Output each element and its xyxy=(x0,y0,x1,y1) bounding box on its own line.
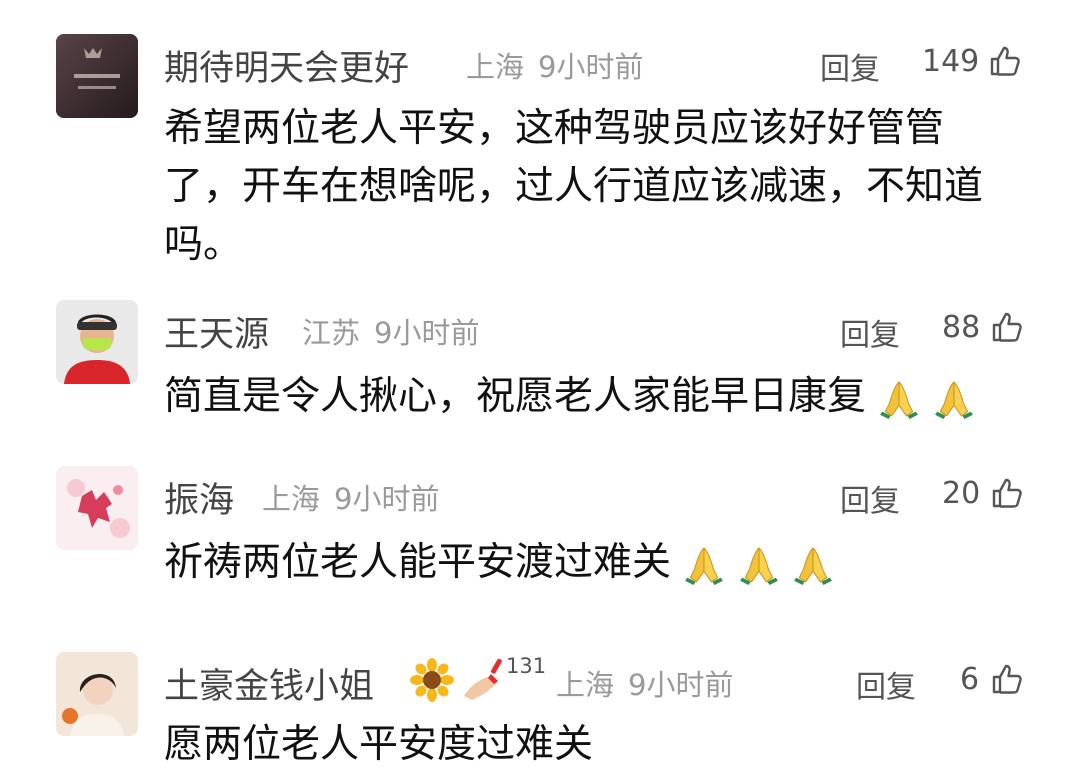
author-name[interactable]: 振海 xyxy=(164,472,234,523)
reply-button[interactable]: 回复 xyxy=(840,310,900,354)
thumbs-up-icon[interactable] xyxy=(990,310,1024,344)
location: 上海 xyxy=(466,50,525,84)
thumbs-up-icon[interactable] xyxy=(988,44,1022,78)
comment-text-line: 了，开车在想啥呢，过人行道应该减速，不知道 xyxy=(164,164,984,209)
comment-text-content: 祈祷两位老人能平安渡过难关 xyxy=(164,540,672,585)
comment-text-line: 吗。 xyxy=(164,222,243,267)
folded-hands-icon xyxy=(683,544,725,586)
reply-button[interactable]: 回复 xyxy=(856,662,916,706)
timestamp: 9小时前 xyxy=(334,482,440,516)
reply-button[interactable]: 回复 xyxy=(840,476,900,520)
badge-count: 131 xyxy=(506,654,547,678)
like-count: 88 xyxy=(942,310,981,345)
timestamp: 9小时前 xyxy=(628,668,734,702)
comment-text: 简直是令人揪心，祝愿老人家能早日康复 xyxy=(164,368,975,426)
timestamp: 9小时前 xyxy=(374,316,480,350)
like-count: 6 xyxy=(960,662,980,697)
avatar[interactable] xyxy=(56,34,138,118)
sunflower-icon xyxy=(410,658,454,702)
comment-text-line: 希望两位老人平安，这种驾驶员应该好好管管 xyxy=(164,106,945,151)
thumbs-up-icon[interactable] xyxy=(990,662,1024,696)
folded-hands-icon xyxy=(878,378,920,420)
folded-hands-icon xyxy=(792,544,834,586)
like-count: 149 xyxy=(922,44,980,79)
location: 上海 xyxy=(556,668,615,702)
folded-hands-icon xyxy=(933,378,975,420)
nail-polish-icon xyxy=(464,658,502,700)
avatar[interactable] xyxy=(56,466,138,550)
location: 江苏 xyxy=(302,316,361,350)
author-name[interactable]: 期待明天会更好 xyxy=(164,40,409,91)
author-name[interactable]: 王天源 xyxy=(164,306,269,357)
avatar[interactable] xyxy=(56,652,138,736)
author-name[interactable]: 土豪金钱小姐 xyxy=(164,658,374,709)
comment-text-content: 愿两位老人平安度过难关 xyxy=(164,722,594,767)
folded-hands-icon xyxy=(738,544,780,586)
reply-button[interactable]: 回复 xyxy=(820,44,880,88)
comment-text: 祈祷两位老人能平安渡过难关 xyxy=(164,534,834,592)
timestamp: 9小时前 xyxy=(538,50,644,84)
like-count: 20 xyxy=(942,476,981,511)
comment-text-content: 简直是令人揪心，祝愿老人家能早日康复 xyxy=(164,374,867,419)
avatar[interactable] xyxy=(56,300,138,384)
comment-text: 希望两位老人平安，这种驾驶员应该好好管管 了，开车在想啥呢，过人行道应该减速，不… xyxy=(164,100,983,274)
location: 上海 xyxy=(262,482,321,516)
comment-text: 愿两位老人平安度过难关 xyxy=(164,716,593,774)
thumbs-up-icon[interactable] xyxy=(990,476,1024,510)
